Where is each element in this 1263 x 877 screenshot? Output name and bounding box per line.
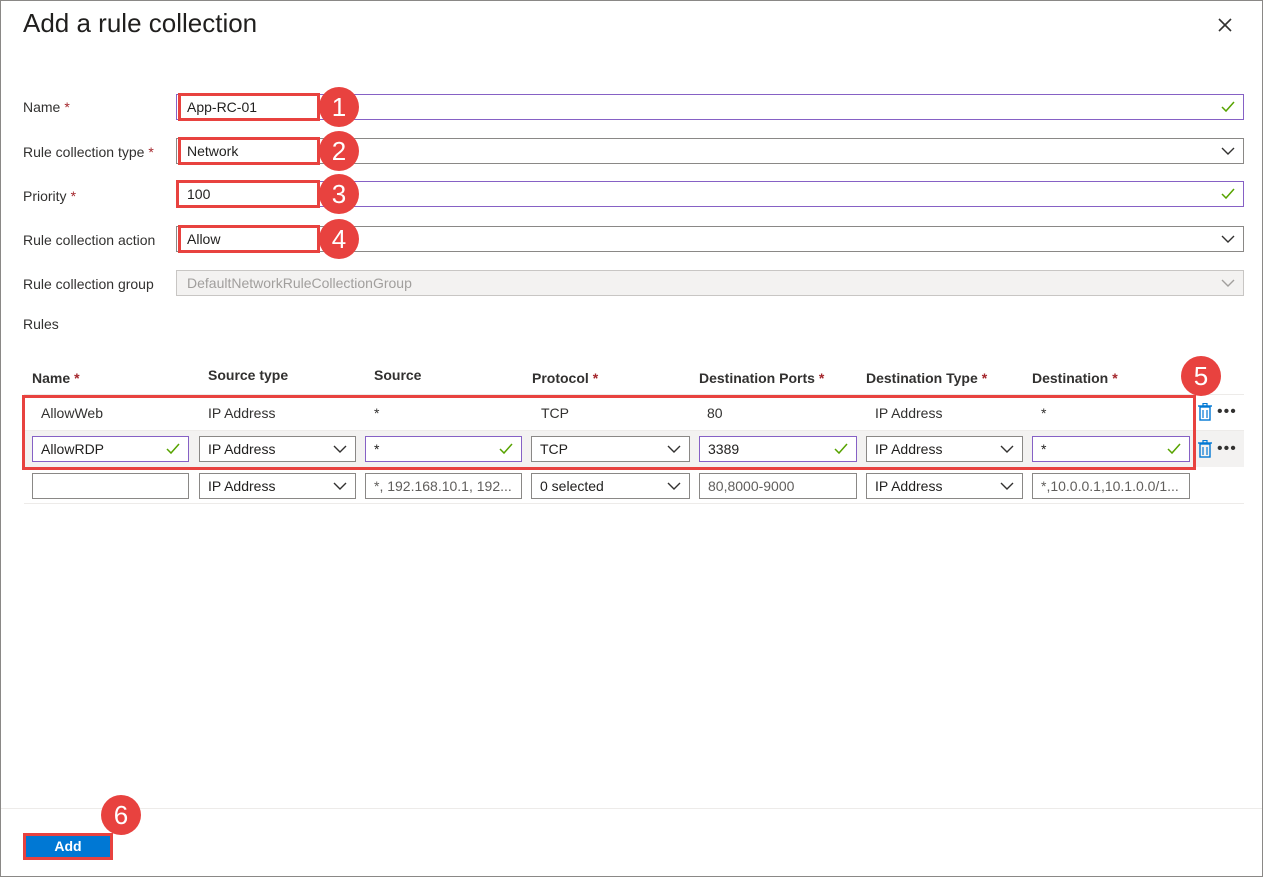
chevron-down-icon: [1221, 279, 1235, 287]
new-rule-destination-input[interactable]: *,10.0.0.1,10.1.0.0/1...: [1032, 473, 1190, 499]
type-label: Rule collection type *: [23, 144, 154, 160]
priority-label: Priority *: [23, 188, 77, 204]
highlight-priority: [176, 180, 320, 208]
new-rule-ports-placeholder: 80,8000-9000: [708, 478, 795, 494]
highlight-action: [178, 225, 320, 253]
col-header-source-type: Source type: [208, 367, 289, 383]
new-rule-source-type-select[interactable]: IP Address: [199, 473, 356, 499]
group-select: DefaultNetworkRuleCollectionGroup: [176, 270, 1244, 296]
highlight-name: [178, 93, 320, 121]
trash-icon[interactable]: [1198, 403, 1212, 421]
callout-2: 2: [319, 131, 359, 171]
new-rule-ports-input[interactable]: 80,8000-9000: [699, 473, 857, 499]
callout-6: 6: [101, 795, 141, 835]
new-rule-protocol-value: 0 selected: [540, 478, 604, 494]
action-label: Rule collection action: [23, 232, 156, 248]
callout-3: 3: [319, 174, 359, 214]
more-icon[interactable]: •••: [1217, 404, 1237, 420]
chevron-down-icon: [1221, 147, 1235, 155]
col-header-protocol: Protocol *: [532, 370, 599, 386]
name-label: Name *: [23, 99, 70, 115]
col-header-source: Source: [374, 367, 422, 383]
footer-divider: [1, 808, 1262, 809]
col-header-destination-ports: Destination Ports *: [699, 370, 825, 386]
close-icon[interactable]: [1214, 14, 1236, 36]
col-header-name: Name *: [32, 370, 80, 386]
new-rule-source-input[interactable]: *, 192.168.10.1, 192...: [365, 473, 522, 499]
highlight-rules: [22, 395, 1196, 470]
rules-label: Rules: [23, 316, 59, 332]
more-icon[interactable]: •••: [1217, 441, 1237, 457]
new-rule-protocol-select[interactable]: 0 selected: [531, 473, 690, 499]
trash-icon[interactable]: [1198, 440, 1212, 458]
chevron-down-icon: [1221, 235, 1235, 243]
row-divider: [24, 503, 1244, 504]
group-value: DefaultNetworkRuleCollectionGroup: [187, 275, 412, 291]
highlight-add: [23, 833, 113, 860]
checkmark-icon: [1221, 101, 1235, 113]
col-header-destination-type: Destination Type *: [866, 370, 988, 386]
new-rule-destination-placeholder: *,10.0.0.1,10.1.0.0/1...: [1041, 478, 1179, 494]
new-rule-source-type-value: IP Address: [208, 478, 276, 494]
dialog-title: Add a rule collection: [23, 8, 258, 38]
callout-4: 4: [319, 219, 359, 259]
new-rule-source-placeholder: *, 192.168.10.1, 192...: [374, 478, 512, 494]
new-rule-destination-type-select[interactable]: IP Address: [866, 473, 1023, 499]
callout-5: 5: [1181, 356, 1221, 396]
col-header-destination: Destination *: [1032, 370, 1118, 386]
chevron-down-icon: [1000, 482, 1014, 490]
checkmark-icon: [1221, 188, 1235, 200]
chevron-down-icon: [667, 482, 681, 490]
chevron-down-icon: [333, 482, 347, 490]
group-label: Rule collection group: [23, 276, 154, 292]
highlight-type: [178, 137, 320, 165]
new-rule-name-input[interactable]: [32, 473, 189, 499]
new-rule-destination-type-value: IP Address: [875, 478, 943, 494]
callout-1: 1: [319, 87, 359, 127]
